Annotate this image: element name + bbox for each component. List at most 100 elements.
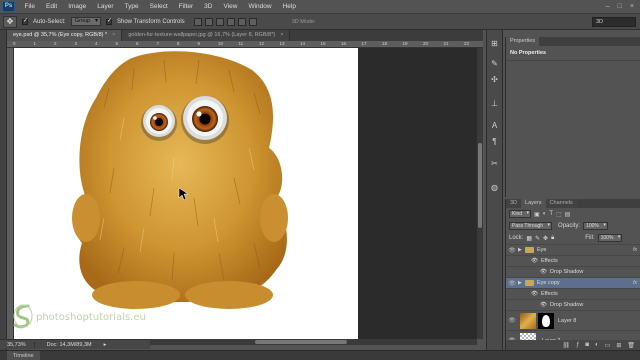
tool-presets-icon[interactable]: ✂ [488,158,501,170]
layer-row-eye-copy[interactable]: 👁︎ ▶ Eye copy fx [506,277,640,288]
3d-mode-label: 3D Mode: [291,18,316,25]
align-left-icon[interactable] [226,17,235,26]
panel-icon-strip: ⊞ ✎ ✣ ⊥ A ¶ ✂ ◍ [486,30,503,350]
auto-select-dropdown[interactable]: Group [70,17,101,26]
blend-mode-select[interactable]: Pass Through [509,222,553,230]
brush-presets-icon[interactable]: ✎ [488,58,501,70]
expand-arrow-icon[interactable]: ▶ [518,280,525,286]
new-fill-icon[interactable]: ◐ [595,342,599,348]
vertical-scrollbar[interactable] [477,48,483,339]
clone-source-icon[interactable]: ⊥ [488,98,501,110]
menu-type[interactable]: Type [119,3,144,10]
tab-3d[interactable]: 3D [506,199,522,208]
auto-select-checkbox[interactable] [22,17,28,25]
opacity-input[interactable]: 100% [583,222,608,230]
zoom-level[interactable]: 35,73% [7,341,35,348]
tab-layers[interactable]: Layers [521,199,546,208]
lock-all-icon[interactable]: 🔒︎ [551,235,554,242]
maximize-icon[interactable]: □ [618,3,622,10]
add-mask-icon[interactable]: ◙ [585,342,589,348]
layer-effect-row[interactable]: 👁︎ Drop Shadow [506,266,640,277]
link-layers-icon[interactable]: ⛓ [562,342,570,349]
new-group-icon[interactable]: ▭ [605,342,611,349]
effect-eye-icon[interactable]: 👁︎ [540,269,547,275]
align-bottom-icon[interactable] [215,17,224,26]
layer-effect-row[interactable]: 👁︎ Drop Shadow [506,299,640,310]
tab-fur-texture[interactable]: golden-fur-texture-wallpaper.jpg @ 16,7%… [122,30,291,41]
menu-view[interactable]: View [218,3,243,10]
fx-icon[interactable]: fx [633,280,637,286]
paragraph-icon[interactable]: ¶ [488,136,501,148]
kind-filter-select[interactable]: Kind [509,210,532,218]
horizontal-scrollbar[interactable] [150,339,477,345]
watermark: photoshoptutorials.eu [12,304,146,330]
lock-paint-icon[interactable]: ✎ [535,235,540,242]
character-icon[interactable]: A [488,120,501,132]
tab-channels[interactable]: Channels [545,199,577,208]
align-hcenter-icon[interactable] [237,17,246,26]
menu-edit[interactable]: Edit [40,3,62,10]
menu-window[interactable]: Window [243,3,277,10]
move-tool-icon[interactable]: ✥ [3,15,17,28]
smart-filter-icon[interactable]: ▤ [565,211,571,218]
align-top-icon[interactable] [193,17,202,26]
close-tab-icon[interactable]: × [112,32,115,38]
add-style-icon[interactable]: ƒ [576,342,579,348]
document-canvas[interactable] [14,48,358,339]
effects-eye-icon[interactable]: 👁︎ [531,258,538,264]
fur-monster-image [72,51,288,309]
history-icon[interactable]: ⊞ [488,38,501,50]
pixel-filter-icon[interactable]: ▣ [534,211,540,218]
canvas-area[interactable] [14,48,477,339]
tab-properties[interactable]: Properties [506,37,540,46]
opacity-label: Opacity: [558,223,581,229]
effects-eye-icon[interactable]: 👁︎ [531,291,538,297]
type-filter-icon[interactable]: T [549,211,553,218]
3d-panel-icon[interactable]: ◍ [488,182,501,194]
tab-eye-psd[interactable]: eye.psd @ 35,7% (Eye copy, RGB/8) * × [7,30,123,41]
layer-thumbnail [520,312,536,329]
align-right-icon[interactable] [248,17,257,26]
menu-select[interactable]: Select [144,3,173,10]
menu-help[interactable]: Help [277,3,301,10]
menu-filter[interactable]: Filter [173,3,198,10]
fx-icon[interactable]: fx [633,247,637,253]
close-tab-icon[interactable]: × [280,32,283,38]
blend-row: Pass Through Opacity: 100% [506,220,640,232]
layer-name: Effects [540,258,558,264]
scroll-thumb[interactable] [478,143,482,228]
align-vcenter-icon[interactable] [204,17,213,26]
minimize-icon[interactable]: – [606,3,610,10]
menu-file[interactable]: File [19,3,40,10]
show-transform-checkbox[interactable] [105,17,112,25]
visibility-eye-icon[interactable]: 👁︎ [506,247,518,254]
lock-pixels-icon[interactable]: ▦ [526,235,532,242]
visibility-eye-icon[interactable]: 👁︎ [506,317,518,324]
menu-image[interactable]: Image [63,3,92,10]
layer-effects-row[interactable]: 👁︎ Effects [506,288,640,299]
new-layer-icon[interactable]: ⊞ [616,342,621,349]
fill-input[interactable]: 100% [597,234,623,242]
delete-layer-icon[interactable]: 🗑︎ [627,342,635,349]
menu-3d[interactable]: 3D [199,3,218,10]
layer-row-eye[interactable]: 👁︎ ▶ Eye fx [506,244,640,255]
ruler-tick-label: 20 [423,41,429,46]
layer-mask-thumbnail[interactable] [538,312,554,329]
timeline-tab[interactable]: Timeline [7,350,40,360]
shape-filter-icon[interactable]: ⬚ [556,211,562,218]
effect-eye-icon[interactable]: 👁︎ [540,302,547,308]
layer-effects-row[interactable]: 👁︎ Effects [506,255,640,266]
status-menu-icon[interactable]: ▸ [104,342,107,348]
visibility-eye-icon[interactable]: 👁︎ [506,280,518,287]
close-icon[interactable]: × [630,3,634,10]
adjustment-filter-icon[interactable]: ◐ [543,211,547,218]
menu-layer[interactable]: Layer [92,3,119,10]
options-bar: ✥ Auto-Select: Group Show Transform Cont… [0,13,640,30]
adjustments-icon[interactable]: ✣ [488,74,501,86]
workspace-select[interactable]: 3D [592,17,636,27]
layer-row-layer-8[interactable]: 👁︎ Layer 8 [506,310,640,330]
expand-arrow-icon[interactable]: ▶ [518,247,525,253]
lock-position-icon[interactable]: ✥ [543,235,548,242]
doc-size[interactable]: Doc: 14,3M/89,3M [47,342,92,348]
scroll-thumb[interactable] [255,340,347,344]
